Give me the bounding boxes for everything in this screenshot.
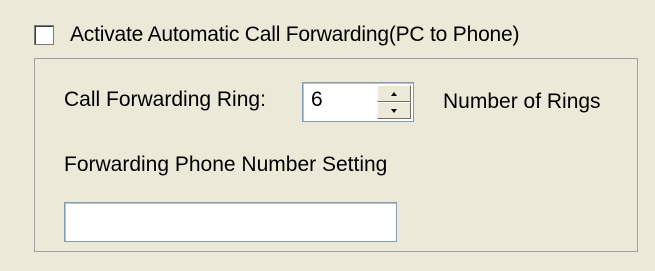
forwarding-phone-number-input[interactable] <box>64 202 397 242</box>
activate-forwarding-label[interactable]: Activate Automatic Call Forwarding(PC to… <box>70 23 520 47</box>
spinner-down-button[interactable] <box>377 102 411 119</box>
spinner-buttons <box>377 85 411 119</box>
number-of-rings-label: Number of Rings <box>443 90 601 113</box>
activate-forwarding-checkbox[interactable] <box>34 25 54 45</box>
ring-count-value[interactable]: 6 <box>311 88 323 112</box>
ring-count-spinner[interactable]: 6 <box>302 82 414 122</box>
arrow-up-icon <box>391 91 397 96</box>
call-forwarding-ring-label: Call Forwarding Ring: <box>64 88 266 111</box>
activate-forwarding-row: Activate Automatic Call Forwarding(PC to… <box>34 20 520 50</box>
spinner-up-button[interactable] <box>377 85 411 102</box>
arrow-down-icon <box>391 108 397 113</box>
call-forwarding-panel: Activate Automatic Call Forwarding(PC to… <box>0 0 655 271</box>
forwarding-phone-number-label: Forwarding Phone Number Setting <box>64 153 388 176</box>
